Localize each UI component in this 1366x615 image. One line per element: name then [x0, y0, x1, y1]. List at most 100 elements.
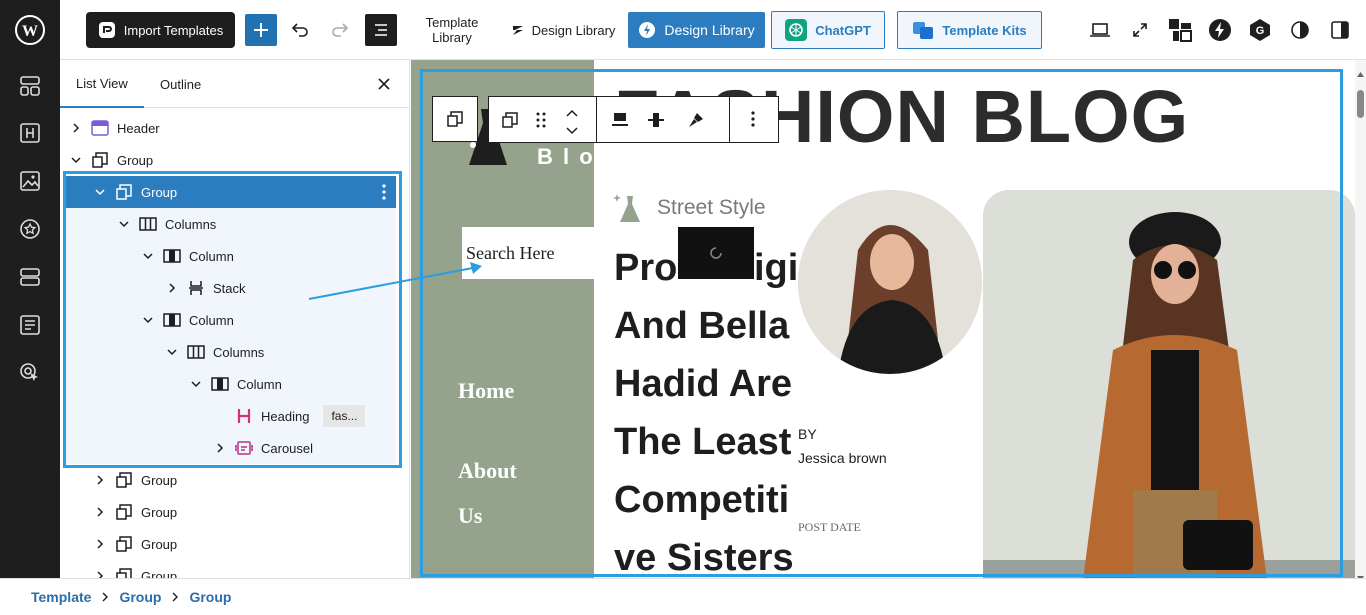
list-item-columns[interactable]: Columns — [66, 208, 396, 240]
justify-top-icon[interactable] — [611, 111, 629, 134]
blocks-plugin-button[interactable] — [1167, 17, 1193, 43]
brush-icon[interactable] — [687, 111, 705, 134]
tab-list-view[interactable]: List View — [60, 60, 144, 108]
list-item-group[interactable]: Group — [60, 560, 409, 579]
scroll-thumb[interactable] — [1357, 90, 1364, 118]
list-item-column[interactable]: Column — [66, 304, 396, 336]
g-plugin-button[interactable]: G — [1247, 17, 1273, 43]
move-down-icon[interactable] — [565, 123, 579, 141]
group-block-icon — [447, 111, 463, 127]
template-kits-button[interactable]: Template Kits — [897, 11, 1042, 49]
list-item-columns[interactable]: Columns — [66, 336, 396, 368]
document-overview-button[interactable] — [365, 14, 397, 46]
tab-outline[interactable]: Outline — [144, 60, 234, 108]
author-name: Jessica brown — [798, 450, 887, 466]
drag-handle-icon[interactable] — [535, 111, 547, 134]
category-label: Street Style — [657, 196, 766, 219]
chevron-down-icon[interactable] — [165, 345, 179, 359]
editor-toolbar: Import Templates Template Library Design… — [60, 0, 1366, 60]
list-item-group[interactable]: Group — [60, 464, 409, 496]
breadcrumb-group[interactable]: Group — [119, 589, 161, 605]
spectra-button[interactable] — [1207, 17, 1233, 43]
search-input[interactable]: Search Here — [462, 227, 594, 279]
align-center-icon[interactable] — [647, 111, 665, 134]
chatgpt-button[interactable]: ChatGPT — [771, 11, 885, 49]
nav-home-link[interactable]: Home — [458, 378, 514, 404]
move-up-icon[interactable] — [565, 105, 579, 123]
settings-sidebar-button[interactable] — [1328, 18, 1352, 42]
template-library-line2: Library — [432, 30, 472, 45]
template-library-button[interactable]: Template Library — [416, 14, 488, 46]
carousel-block-icon — [235, 439, 253, 457]
chevron-down-icon[interactable] — [69, 153, 83, 167]
block-options-icon[interactable] — [751, 111, 755, 132]
star-badge-icon[interactable] — [14, 213, 46, 245]
list-item-header[interactable]: Header — [60, 112, 409, 144]
headline-line: Pro — [614, 247, 678, 289]
panel-tabs: List View Outline — [60, 60, 409, 108]
chevron-down-icon[interactable] — [189, 377, 203, 391]
breadcrumb-template[interactable]: Template — [31, 589, 91, 605]
layout-rows-icon[interactable] — [14, 261, 46, 293]
canvas-scrollbar[interactable] — [1355, 60, 1366, 581]
add-block-button[interactable] — [245, 14, 277, 46]
design-library-text-button[interactable]: Design Library — [505, 14, 620, 46]
select-parent-button[interactable] — [432, 96, 478, 142]
list-item-label: Stack — [213, 280, 246, 296]
cursor-target-icon[interactable] — [14, 357, 46, 389]
scroll-up-icon[interactable] — [1357, 64, 1364, 82]
list-item-column[interactable]: Column — [66, 240, 396, 272]
list-item-group-selected[interactable]: Group — [66, 176, 396, 208]
breadcrumb-group-current[interactable]: Group — [189, 589, 231, 605]
list-document-icon[interactable] — [14, 309, 46, 341]
list-item-label: Group — [141, 472, 178, 488]
patterns-icon[interactable] — [14, 70, 46, 102]
chevron-right-icon[interactable] — [165, 281, 179, 295]
close-panel-button[interactable] — [374, 74, 394, 94]
styles-button[interactable] — [1288, 18, 1312, 42]
headline-line: And Bella — [614, 305, 790, 347]
block-type-button[interactable] — [501, 111, 519, 134]
chevron-down-icon[interactable] — [141, 313, 155, 327]
device-preview-button[interactable] — [1088, 18, 1112, 42]
list-item-carousel[interactable]: Carousel — [66, 432, 396, 464]
chevron-right-icon[interactable] — [69, 121, 83, 135]
list-view-panel: List View Outline Header Group Group Col… — [60, 60, 410, 578]
featured-photo — [983, 190, 1355, 578]
breadcrumb-separator-icon — [171, 589, 179, 605]
nav-us-link[interactable]: Us — [458, 503, 482, 529]
chevron-right-icon[interactable] — [93, 473, 107, 487]
chevron-down-icon[interactable] — [93, 185, 107, 199]
list-item-heading[interactable]: Heading fas... — [66, 400, 396, 432]
design-library-text-label: Design Library — [531, 22, 616, 38]
chevron-down-icon[interactable] — [117, 217, 131, 231]
undo-button[interactable] — [288, 18, 312, 42]
list-item-stack[interactable]: Stack — [66, 272, 396, 304]
design-library-button[interactable]: Design Library — [628, 12, 765, 48]
breadcrumb: Template Group Group — [0, 578, 1366, 615]
chevron-right-icon[interactable] — [93, 505, 107, 519]
import-templates-button[interactable]: Import Templates — [86, 12, 235, 48]
nav-about-link[interactable]: About — [458, 458, 517, 484]
chevron-right-icon[interactable] — [93, 569, 107, 578]
headline-line: Hadid Are — [614, 363, 793, 405]
more-options-icon[interactable] — [382, 184, 386, 203]
heading-block-icon[interactable] — [14, 117, 46, 149]
chevron-right-icon[interactable] — [213, 441, 227, 455]
list-item-group[interactable]: Group — [60, 528, 409, 560]
list-item-label: Group — [141, 568, 178, 579]
list-item-group[interactable]: Group — [60, 144, 409, 176]
wordpress-logo-icon[interactable]: W — [14, 14, 46, 46]
image-icon[interactable] — [14, 165, 46, 197]
redo-button[interactable] — [328, 18, 352, 42]
fullscreen-button[interactable] — [1128, 18, 1152, 42]
chevron-right-icon[interactable] — [93, 537, 107, 551]
svg-text:G: G — [1256, 25, 1265, 37]
list-item-column[interactable]: Column — [66, 368, 396, 400]
blocks-grid-icon — [1169, 19, 1192, 42]
group-block-icon — [115, 183, 133, 201]
list-item-group[interactable]: Group — [60, 496, 409, 528]
chevron-down-icon[interactable] — [141, 249, 155, 263]
post-headline[interactable]: Pro igi And Bella Hadid Are The Least Co… — [614, 239, 800, 578]
editor-sidebar: W — [0, 0, 60, 578]
